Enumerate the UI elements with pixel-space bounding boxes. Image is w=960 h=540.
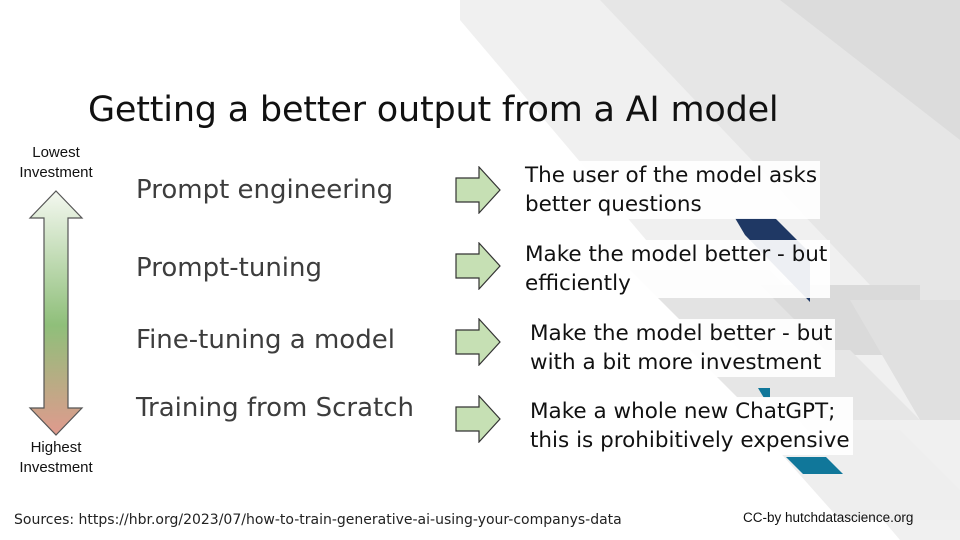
description-prompt-engineering: The user of the model asks better questi… (522, 161, 821, 219)
highest-investment-label: Highest Investment (6, 438, 106, 478)
method-prompt-engineering: Prompt engineering (136, 175, 394, 205)
highest-investment-text: Highest Investment (19, 439, 93, 476)
arrow-right-icon (455, 318, 501, 366)
sources-footnote: Sources: https://hbr.org/2023/07/how-to-… (14, 512, 622, 528)
description-prompt-tuning: Make the model better - but efficiently (522, 240, 831, 298)
method-fine-tuning: Fine-tuning a model (136, 325, 395, 355)
lowest-investment-text: Lowest Investment (19, 144, 93, 181)
arrow-right-icon (455, 166, 501, 214)
method-training-from-scratch: Training from Scratch (136, 393, 415, 423)
method-prompt-tuning: Prompt-tuning (136, 253, 323, 283)
arrow-right-icon (455, 395, 501, 443)
license-footer: CC-by hutchdatascience.org (743, 510, 914, 525)
description-fine-tuning: Make the model better - but with a bit m… (527, 319, 836, 377)
investment-scale-arrow (28, 190, 84, 436)
arrow-right-icon (455, 242, 501, 290)
description-training-from-scratch: Make a whole new ChatGPT; this is prohib… (527, 397, 853, 455)
slide-title: Getting a better output from a AI model (88, 90, 779, 130)
lowest-investment-label: Lowest Investment (6, 143, 106, 183)
